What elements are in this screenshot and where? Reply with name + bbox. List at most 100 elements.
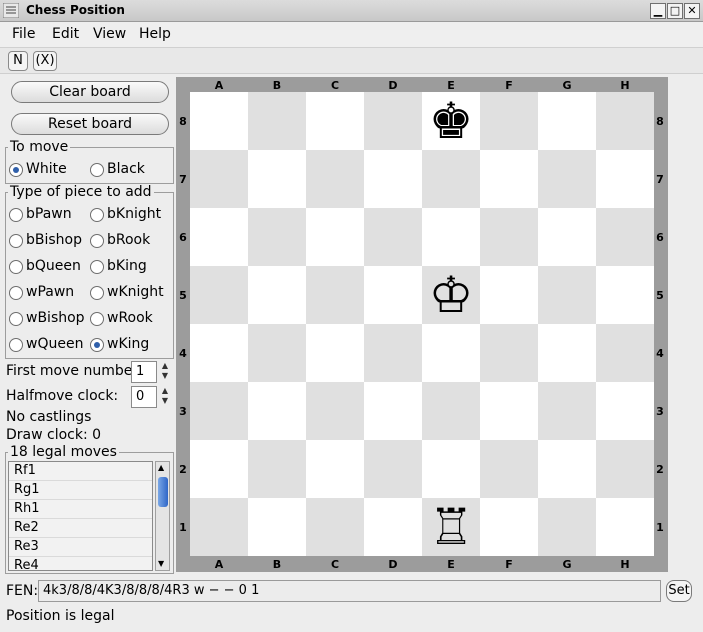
square-g6[interactable] — [538, 208, 596, 266]
square-b3[interactable] — [248, 382, 306, 440]
radio-wbishop[interactable] — [9, 312, 23, 326]
first-move-stepper[interactable]: ▲ ▼ — [159, 361, 171, 383]
square-d1[interactable] — [364, 498, 422, 556]
new-button[interactable]: N — [8, 51, 28, 71]
radio-wking[interactable] — [90, 338, 104, 352]
square-f6[interactable] — [480, 208, 538, 266]
close-window-button[interactable]: ✕ — [684, 3, 700, 19]
legal-move-item[interactable]: Re3 — [9, 538, 152, 557]
square-b2[interactable] — [248, 440, 306, 498]
square-a7[interactable] — [190, 150, 248, 208]
legal-move-item[interactable]: Rf1 — [9, 462, 152, 481]
radio-white[interactable] — [9, 163, 23, 177]
halfmove-stepper[interactable]: ▲ ▼ — [159, 386, 171, 408]
square-g8[interactable] — [538, 92, 596, 150]
radio-bking[interactable] — [90, 260, 104, 274]
square-c6[interactable] — [306, 208, 364, 266]
minimize-button[interactable]: ▁ — [650, 3, 666, 19]
square-e3[interactable] — [422, 382, 480, 440]
square-c5[interactable] — [306, 266, 364, 324]
square-d4[interactable] — [364, 324, 422, 382]
window-menu-icon[interactable] — [3, 3, 19, 18]
square-b1[interactable] — [248, 498, 306, 556]
square-c8[interactable] — [306, 92, 364, 150]
menu-view[interactable]: View — [93, 26, 126, 42]
legal-move-item[interactable]: Rg1 — [9, 481, 152, 500]
square-b8[interactable] — [248, 92, 306, 150]
first-move-input[interactable]: 1 — [131, 361, 157, 383]
square-f8[interactable] — [480, 92, 538, 150]
square-h2[interactable] — [596, 440, 654, 498]
radio-bknight[interactable] — [90, 208, 104, 222]
square-d8[interactable] — [364, 92, 422, 150]
square-c1[interactable] — [306, 498, 364, 556]
chess-board[interactable]: ♚ ♔ ♖ — [190, 92, 654, 556]
reset-board-button[interactable]: Reset board — [11, 113, 169, 135]
clear-board-button[interactable]: Clear board — [11, 81, 169, 103]
square-g4[interactable] — [538, 324, 596, 382]
square-f3[interactable] — [480, 382, 538, 440]
radio-brook[interactable] — [90, 234, 104, 248]
square-d3[interactable] — [364, 382, 422, 440]
square-c3[interactable] — [306, 382, 364, 440]
square-e7[interactable] — [422, 150, 480, 208]
close-button[interactable]: (X) — [33, 51, 57, 71]
halfmove-input[interactable]: 0 — [131, 386, 157, 408]
radio-wqueen[interactable] — [9, 338, 23, 352]
white-rook-icon[interactable]: ♖ — [422, 498, 480, 556]
square-h7[interactable] — [596, 150, 654, 208]
legal-moves-list[interactable]: Rf1 Rg1 Rh1 Re2 Re3 Re4 — [8, 461, 153, 571]
square-c4[interactable] — [306, 324, 364, 382]
square-b7[interactable] — [248, 150, 306, 208]
moves-scrollbar[interactable]: ▲ ▼ — [155, 461, 170, 571]
square-b6[interactable] — [248, 208, 306, 266]
square-d2[interactable] — [364, 440, 422, 498]
square-a4[interactable] — [190, 324, 248, 382]
fen-input[interactable]: 4k3/8/8/4K3/8/8/8/4R3 w − − 0 1 — [38, 580, 661, 602]
square-c7[interactable] — [306, 150, 364, 208]
square-f1[interactable] — [480, 498, 538, 556]
square-g1[interactable] — [538, 498, 596, 556]
menu-help[interactable]: Help — [139, 26, 171, 42]
scroll-down-icon[interactable]: ▼ — [158, 559, 164, 569]
square-h4[interactable] — [596, 324, 654, 382]
radio-wrook[interactable] — [90, 312, 104, 326]
maximize-button[interactable]: □ — [667, 3, 683, 19]
radio-wknight[interactable] — [90, 286, 104, 300]
square-a1[interactable] — [190, 498, 248, 556]
legal-move-item[interactable]: Re2 — [9, 519, 152, 538]
square-a6[interactable] — [190, 208, 248, 266]
radio-bqueen[interactable] — [9, 260, 23, 274]
square-e2[interactable] — [422, 440, 480, 498]
scroll-thumb[interactable] — [158, 477, 168, 507]
square-a5[interactable] — [190, 266, 248, 324]
white-king-icon[interactable]: ♔ — [422, 266, 480, 324]
radio-wpawn[interactable] — [9, 286, 23, 300]
black-king-icon[interactable]: ♚ — [422, 92, 480, 150]
square-h1[interactable] — [596, 498, 654, 556]
square-d6[interactable] — [364, 208, 422, 266]
square-d7[interactable] — [364, 150, 422, 208]
square-h6[interactable] — [596, 208, 654, 266]
square-e4[interactable] — [422, 324, 480, 382]
square-f2[interactable] — [480, 440, 538, 498]
square-b4[interactable] — [248, 324, 306, 382]
set-fen-button[interactable]: Set — [666, 580, 692, 602]
legal-move-item[interactable]: Rh1 — [9, 500, 152, 519]
square-f7[interactable] — [480, 150, 538, 208]
menu-file[interactable]: File — [12, 26, 35, 42]
square-g3[interactable] — [538, 382, 596, 440]
square-e6[interactable] — [422, 208, 480, 266]
square-h3[interactable] — [596, 382, 654, 440]
square-h5[interactable] — [596, 266, 654, 324]
radio-black[interactable] — [90, 163, 104, 177]
square-a2[interactable] — [190, 440, 248, 498]
legal-move-item[interactable]: Re4 — [9, 557, 152, 570]
radio-bbishop[interactable] — [9, 234, 23, 248]
scroll-up-icon[interactable]: ▲ — [158, 463, 164, 473]
square-a8[interactable] — [190, 92, 248, 150]
square-f4[interactable] — [480, 324, 538, 382]
square-b5[interactable] — [248, 266, 306, 324]
square-c2[interactable] — [306, 440, 364, 498]
square-f5[interactable] — [480, 266, 538, 324]
